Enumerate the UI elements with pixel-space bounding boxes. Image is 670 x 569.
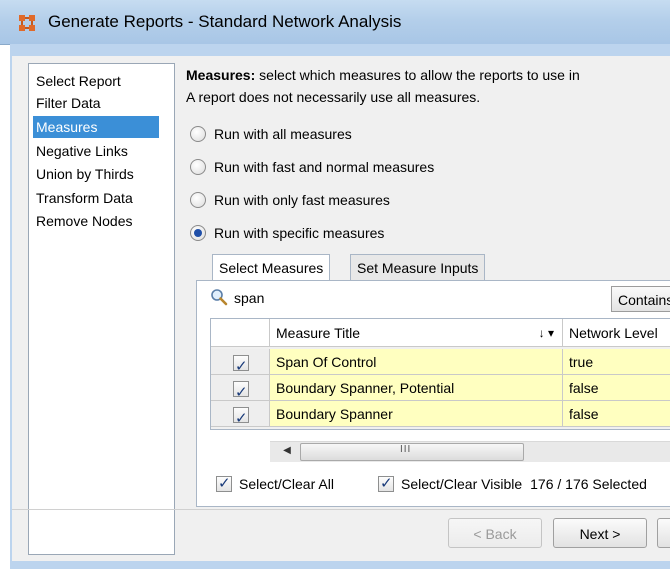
sidebar-item-select-report[interactable]: Select Report — [33, 70, 124, 92]
sidebar-nav: Select Report Filter Data Measures Negat… — [28, 63, 175, 555]
network-level-cell: false — [563, 401, 670, 427]
scroll-left-arrow-icon[interactable]: ◀ — [280, 444, 294, 458]
table-row[interactable]: Span Of Control true — [211, 349, 670, 375]
back-button[interactable]: < Back — [448, 518, 542, 548]
select-clear-all-label: Select/Clear All — [239, 476, 334, 492]
measure-title-cell: Boundary Spanner, Potential — [270, 375, 563, 401]
window-title: Generate Reports - Standard Network Anal… — [48, 12, 402, 31]
sort-arrow-icon[interactable]: ↓ ▾ — [539, 319, 554, 346]
network-level-cell: false — [563, 375, 670, 401]
instructions-line-1: Measures: select which measures to allow… — [186, 67, 580, 83]
option-label: Run with specific measures — [214, 225, 385, 241]
select-clear-visible-label: Select/Clear Visible — [401, 476, 523, 492]
column-header-label: Measure Title — [276, 325, 361, 341]
checkbox-checked[interactable] — [378, 474, 394, 492]
option-specific-measures[interactable]: Run with specific measures — [190, 222, 384, 244]
option-all-measures[interactable]: Run with all measures — [190, 123, 352, 145]
checkbox-checked[interactable] — [216, 474, 232, 492]
option-label: Run with only fast measures — [214, 192, 390, 208]
option-fast-normal-measures[interactable]: Run with fast and normal measures — [190, 156, 434, 178]
row-checkbox-cell[interactable] — [211, 375, 270, 401]
measure-title-cell: Boundary Spanner — [270, 401, 563, 427]
network-level-cell: true — [563, 349, 670, 375]
scrollbar-thumb[interactable] — [300, 443, 524, 461]
footer-divider — [12, 509, 670, 510]
sidebar-item-union-by-thirds[interactable]: Union by Thirds — [33, 163, 137, 185]
option-label: Run with all measures — [214, 126, 352, 142]
scrollbar-grip-icon: III — [400, 444, 412, 455]
radio-button-selected[interactable] — [190, 225, 206, 241]
row-checkbox-cell[interactable] — [211, 349, 270, 375]
column-header-measure-title[interactable]: Measure Title ↓ ▾ — [270, 319, 563, 347]
radio-button[interactable] — [190, 159, 206, 175]
option-only-fast-measures[interactable]: Run with only fast measures — [190, 189, 390, 211]
tab-select-measures[interactable]: Select Measures — [212, 254, 331, 281]
sidebar-item-filter-data[interactable]: Filter Data — [33, 92, 104, 114]
next-button[interactable]: Next > — [553, 518, 647, 548]
selected-count: 176 / 176 Selected — [530, 476, 647, 492]
sidebar-item-negative-links[interactable]: Negative Links — [33, 140, 131, 162]
instructions-text-1: select which measures to allow the repor… — [255, 67, 580, 83]
instructions-line-2: A report does not necessarily use all me… — [186, 89, 481, 105]
sidebar-item-transform-data[interactable]: Transform Data — [33, 187, 136, 209]
select-clear-visible-checkbox[interactable]: Select/Clear Visible 176 / 176 Selected — [378, 474, 647, 493]
title-bar: Generate Reports - Standard Network Anal… — [0, 0, 670, 45]
table-row[interactable]: Boundary Spanner, Potential false — [211, 375, 670, 401]
table-row[interactable]: Boundary Spanner false — [211, 401, 670, 427]
checkbox-checked[interactable] — [233, 405, 249, 426]
radio-button[interactable] — [190, 192, 206, 208]
search-icon — [211, 289, 228, 306]
radio-button[interactable] — [190, 126, 206, 142]
tab-set-measure-inputs[interactable]: Set Measure Inputs — [350, 254, 486, 281]
search-input[interactable] — [234, 286, 604, 310]
app-logo-icon — [19, 15, 35, 31]
sidebar-item-measures[interactable]: Measures — [33, 116, 159, 138]
row-checkbox-cell[interactable] — [211, 401, 270, 427]
finish-button[interactable] — [657, 518, 670, 548]
search-mode-dropdown[interactable]: Contains — [611, 286, 670, 312]
measure-title-cell: Span Of Control — [270, 349, 563, 375]
column-header-checkbox[interactable] — [211, 319, 270, 347]
sidebar-item-remove-nodes[interactable]: Remove Nodes — [33, 210, 136, 232]
checkbox-checked[interactable] — [233, 379, 249, 400]
option-label: Run with fast and normal measures — [214, 159, 435, 175]
checkbox-checked[interactable] — [233, 353, 249, 374]
column-header-network-level[interactable]: Network Level — [563, 319, 670, 347]
instructions-heading: Measures: — [186, 67, 256, 83]
select-clear-all-checkbox[interactable]: Select/Clear All — [216, 474, 334, 493]
